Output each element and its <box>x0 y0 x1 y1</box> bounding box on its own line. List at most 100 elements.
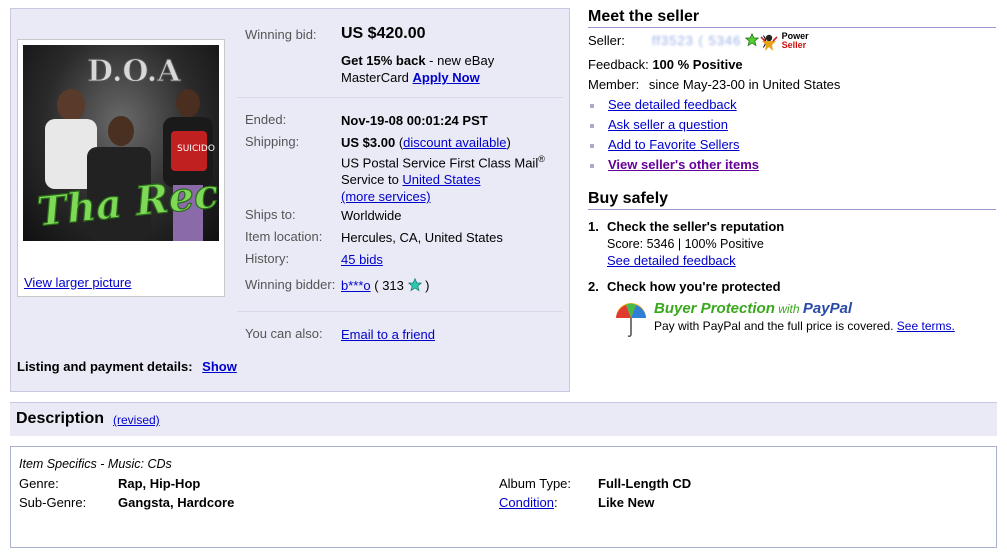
bullet-icon <box>590 104 594 108</box>
ships-to-value: Worldwide <box>341 208 402 223</box>
paypal-text: PayPal <box>802 300 853 317</box>
buyer-protection-desc: Pay with PayPal and the full price is co… <box>654 319 955 333</box>
view-larger-picture-link[interactable]: View larger picture <box>24 275 131 290</box>
shipping-label: Shipping: <box>245 134 300 149</box>
turquoise-star-icon[interactable] <box>407 278 422 292</box>
bullet-icon <box>590 124 594 128</box>
subgenre-label: Sub-Genre: <box>19 495 87 510</box>
cover-shirt-text: SUICIDO <box>177 144 215 154</box>
winning-bidder-value: b***o ( 313 ) <box>341 277 561 294</box>
seller-line: Seller: ff3523 ( 5346 ) Power Seller <box>588 32 998 52</box>
score-text: Score: 5346 | 100% Positive <box>607 237 764 251</box>
buyer-protection-logo[interactable]: Buyer Protection with PayPal <box>654 300 852 317</box>
shipping-paren-close: ) <box>506 135 511 150</box>
step-number: 2. <box>588 279 599 294</box>
shipping-price: US $3.00 <box>341 135 396 150</box>
feedback-label: Feedback: <box>588 57 649 72</box>
listing-payment-label: Listing and payment details: <box>17 359 193 374</box>
buy-safely-title: Buy safely <box>588 190 996 210</box>
history-label: History: <box>245 251 290 266</box>
subgenre-value: Gangsta, Hardcore <box>118 495 235 510</box>
winning-bid-label: Winning bid: <box>245 27 317 42</box>
feedback-value: 100 % Positive <box>652 57 743 72</box>
shipping-value: US $3.00 (discount available) US Postal … <box>341 134 561 205</box>
meet-seller-title: Meet the seller <box>588 8 996 28</box>
reputation-step: 1. Check the seller's reputation Score: … <box>588 219 998 268</box>
cashback-rest: - new eBay <box>425 53 495 68</box>
condition-label-wrap: Condition: <box>499 495 558 510</box>
member-value: since May-23-00 in United States <box>648 77 841 92</box>
item-summary-panel: SUICIDO D.O.A Tha Recipe View larger pic… <box>10 8 570 392</box>
cashback-bold: Get 15% back <box>341 53 426 68</box>
bidder-score-close: ) <box>421 278 430 293</box>
buyer-protection-text: Buyer Protection <box>654 300 775 317</box>
pay-with-paypal-text: Pay with PayPal and the full price is co… <box>654 319 897 333</box>
service-to-text: Service to <box>341 172 403 188</box>
bullet-icon <box>590 144 594 148</box>
power-seller-text-2: Seller <box>781 40 807 50</box>
ended-value: Nov-19-08 00:01:24 PST <box>341 113 488 128</box>
united-states-link[interactable]: United States <box>402 172 480 187</box>
item-photo-box: SUICIDO D.O.A Tha Recipe View larger pic… <box>17 39 225 297</box>
protection-step: 2. Check how you're protected <box>588 279 998 294</box>
ships-to-label: Ships to: <box>245 207 296 222</box>
step-number: 1. <box>588 219 599 234</box>
seller-name-link[interactable]: ff3523 ( 5346 <box>652 33 741 48</box>
bullet-icon <box>590 164 594 168</box>
add-favorite-sellers-link[interactable]: Add to Favorite Sellers <box>608 137 740 152</box>
item-location-label: Item location: <box>245 229 323 244</box>
winning-bid-value: US $420.00 <box>341 25 426 42</box>
divider <box>237 97 563 98</box>
bidder-score: ( 313 <box>370 278 408 293</box>
see-terms-link[interactable]: See terms. <box>897 319 955 333</box>
revised-link[interactable]: (revised) <box>113 413 160 427</box>
description-title: Description <box>16 410 105 427</box>
apply-now-link[interactable]: Apply Now <box>413 70 480 85</box>
album-type-label: Album Type: <box>499 476 572 491</box>
ended-label: Ended: <box>245 112 287 127</box>
cover-band-text: D.O.A <box>87 54 181 89</box>
item-specifics-title: Item Specifics - Music: CDs <box>19 457 172 471</box>
divider <box>237 311 563 312</box>
winning-bidder-label: Winning bidder: <box>245 277 336 292</box>
genre-value: Rap, Hip-Hop <box>118 476 201 491</box>
umbrella-icon <box>616 303 646 338</box>
cashback-offer: Get 15% back - new eBay MasterCard Apply… <box>341 52 561 86</box>
album-type-value: Full-Length CD <box>598 476 692 491</box>
shipping-paren-open: ( <box>395 135 404 150</box>
listing-payment-details: Listing and payment details: Show <box>17 359 237 374</box>
step2-title: Check how you're protected <box>607 279 781 294</box>
ask-seller-question-link[interactable]: Ask seller a question <box>608 117 728 132</box>
member-label: Member: <box>588 77 640 92</box>
condition-colon: : <box>553 495 558 510</box>
listing-show-link[interactable]: Show <box>202 359 237 374</box>
album-cover-image[interactable]: SUICIDO D.O.A Tha Recipe <box>23 45 219 241</box>
with-text: with <box>774 302 803 316</box>
power-seller-badge[interactable]: Power Seller <box>760 32 809 51</box>
seller-column: Meet the seller Seller: ff3523 ( 5346 ) … <box>588 8 998 338</box>
email-friend-link[interactable]: Email to a friend <box>341 326 435 343</box>
condition-link[interactable]: Condition <box>499 495 554 510</box>
view-other-items-link[interactable]: View seller's other items <box>608 157 759 172</box>
genre-label: Genre: <box>19 476 59 491</box>
winning-bidder-link[interactable]: b***o <box>341 278 371 293</box>
item-specifics-box: Item Specifics - Music: CDs Genre: Rap, … <box>10 446 997 548</box>
green-star-icon[interactable] <box>745 33 760 47</box>
seller-label: Seller: <box>588 33 625 48</box>
buyer-protection-box: Buyer Protection with PayPal Pay with Pa… <box>614 300 994 340</box>
power-seller-icon <box>760 34 778 51</box>
condition-value: Like New <box>598 495 655 510</box>
bid-history-link[interactable]: 45 bids <box>341 251 383 268</box>
mastercard-text: MasterCard <box>341 70 413 85</box>
you-can-also-label: You can also: <box>245 326 323 341</box>
see-detailed-feedback-link[interactable]: See detailed feedback <box>608 97 737 112</box>
registered-mark: ® <box>538 154 545 164</box>
seller-id: ff3523 ( 5346 ) <box>652 33 767 48</box>
discount-available-link[interactable]: discount available <box>403 135 506 150</box>
description-header: Description (revised) <box>10 402 997 436</box>
item-location-value: Hercules, CA, United States <box>341 230 503 245</box>
more-services-link[interactable]: (more services) <box>341 189 431 204</box>
shipping-service: US Postal Service First Class Mail <box>341 155 539 171</box>
step1-title: Check the seller's reputation <box>607 219 785 234</box>
step1-feedback-link[interactable]: See detailed feedback <box>607 253 736 268</box>
